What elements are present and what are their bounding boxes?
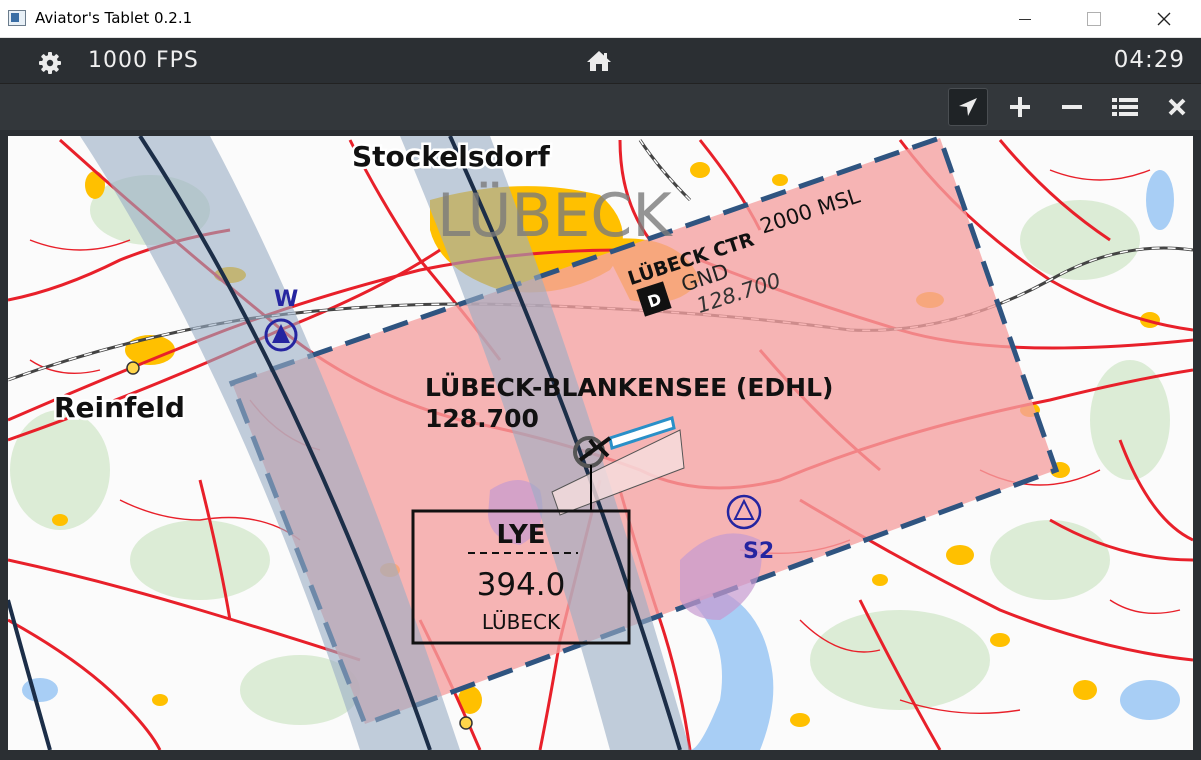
- app-icon: [8, 10, 26, 26]
- town-label-reinfeld: Reinfeld: [54, 391, 185, 424]
- home-button[interactable]: [586, 50, 612, 76]
- fps-counter: 1000 FPS: [88, 48, 199, 73]
- settlement-dot: [459, 716, 473, 730]
- gear-icon: [39, 52, 61, 74]
- map-toolbar: [0, 83, 1201, 130]
- zoom-out-button[interactable]: [1052, 88, 1092, 126]
- window-titlebar: Aviator's Tablet 0.2.1: [0, 0, 1201, 38]
- minimize-icon: [1019, 18, 1031, 20]
- moving-map[interactable]: D LÜBECK CTR 2000 MSL GND 128.700 LÜBECK…: [8, 136, 1193, 750]
- close-window-button[interactable]: [1141, 0, 1187, 38]
- close-map-button[interactable]: [1157, 88, 1197, 126]
- map-frame-right: [1193, 130, 1201, 760]
- map-canvas: D LÜBECK CTR 2000 MSL GND 128.700 LÜBECK…: [8, 136, 1193, 750]
- list-icon: [1112, 98, 1138, 116]
- follow-position-button[interactable]: [948, 88, 988, 126]
- waypoint-s2-label: S2: [743, 539, 774, 564]
- navaid-ident: LYE: [496, 520, 545, 550]
- city-label-lubeck: LÜBECK: [437, 180, 673, 251]
- clock: 04:29: [1113, 47, 1185, 73]
- settings-button[interactable]: [38, 51, 62, 79]
- airport-name: LÜBECK-BLANKENSEE (EDHL): [425, 372, 833, 402]
- zoom-out-icon: [1062, 105, 1082, 109]
- zoom-in-button[interactable]: [1000, 88, 1040, 126]
- map-frame-left: [0, 130, 8, 760]
- airport-frequency: 128.700: [425, 404, 539, 433]
- waypoint-w-label: W: [274, 287, 298, 312]
- app-topbar: 1000 FPS 04:29: [0, 38, 1201, 83]
- home-icon: [587, 51, 611, 71]
- town-label-stockelsdorf: Stockelsdorf: [352, 140, 551, 173]
- maximize-button[interactable]: [1071, 0, 1117, 38]
- settlement-dot: [126, 361, 140, 375]
- maximize-icon: [1087, 12, 1101, 26]
- window-title: Aviator's Tablet 0.2.1: [35, 9, 193, 27]
- navaid-name: LÜBECK: [482, 610, 561, 634]
- navigation-arrow-icon: [959, 98, 977, 116]
- map-frame-bottom: [0, 750, 1201, 760]
- minimize-button[interactable]: [1002, 0, 1048, 38]
- zoom-in-icon: [1010, 97, 1030, 117]
- menu-list-button[interactable]: [1105, 88, 1145, 126]
- close-icon: [1157, 12, 1171, 26]
- navaid-frequency: 394.0: [477, 567, 566, 603]
- close-icon: [1168, 98, 1186, 116]
